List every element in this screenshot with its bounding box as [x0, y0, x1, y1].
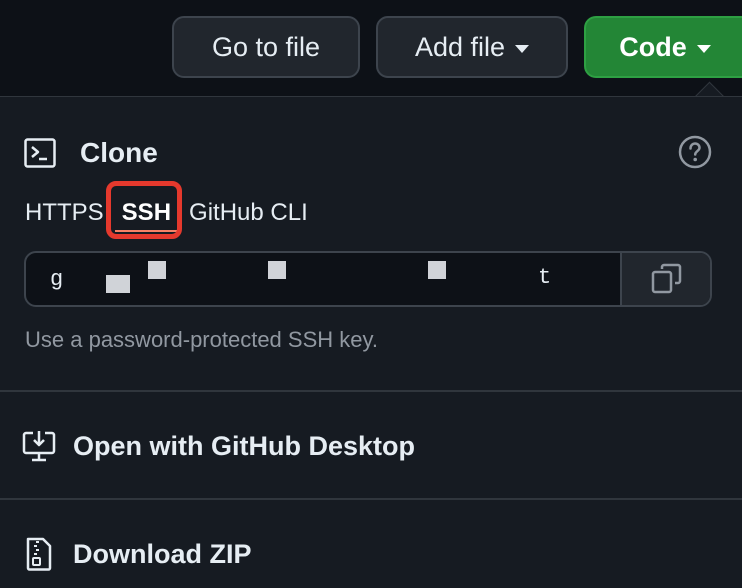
add-file-button[interactable]: Add file — [376, 16, 568, 78]
copy-icon — [651, 263, 682, 294]
clone-header: Clone — [24, 137, 158, 169]
url-visible-fragment: t — [538, 265, 552, 290]
question-icon[interactable] — [678, 135, 712, 169]
open-with-github-desktop[interactable]: Open with GitHub Desktop — [22, 421, 722, 471]
terminal-icon — [24, 138, 56, 168]
clone-url-field: t — [24, 251, 712, 307]
code-label: Code — [619, 31, 687, 62]
redaction-block — [106, 275, 130, 293]
section-divider — [0, 498, 742, 500]
tab-https[interactable]: HTTPS — [25, 199, 104, 227]
code-dropdown-panel: Clone HTTPS SSH GitHub CLI t Use a passw… — [0, 96, 742, 588]
clone-title: Clone — [80, 137, 158, 168]
caret-down-icon — [515, 45, 530, 53]
redacted-url — [68, 257, 608, 303]
download-zip[interactable]: Download ZIP — [22, 529, 722, 579]
ssh-tab-highlight — [106, 181, 182, 239]
redaction-block — [428, 261, 446, 279]
section-divider — [0, 390, 742, 392]
file-zip-icon — [26, 537, 52, 571]
tab-github-cli[interactable]: GitHub CLI — [189, 199, 308, 227]
open-desktop-label: Open with GitHub Desktop — [73, 430, 415, 461]
redaction-block — [268, 261, 286, 279]
ssh-key-hint: Use a password-protected SSH key. — [25, 327, 378, 352]
go-to-file-label: Go to file — [211, 31, 321, 62]
add-file-label: Add file — [414, 31, 506, 62]
copy-url-button[interactable] — [622, 253, 710, 305]
download-zip-label: Download ZIP — [73, 538, 252, 569]
redaction-block — [148, 261, 166, 279]
caret-down-icon — [696, 45, 711, 53]
desktop-download-icon — [22, 431, 56, 462]
code-button[interactable]: Code — [584, 16, 742, 78]
go-to-file-button[interactable]: Go to file — [172, 16, 360, 78]
file-toolbar: Go to file Add file Code — [0, 0, 742, 96]
